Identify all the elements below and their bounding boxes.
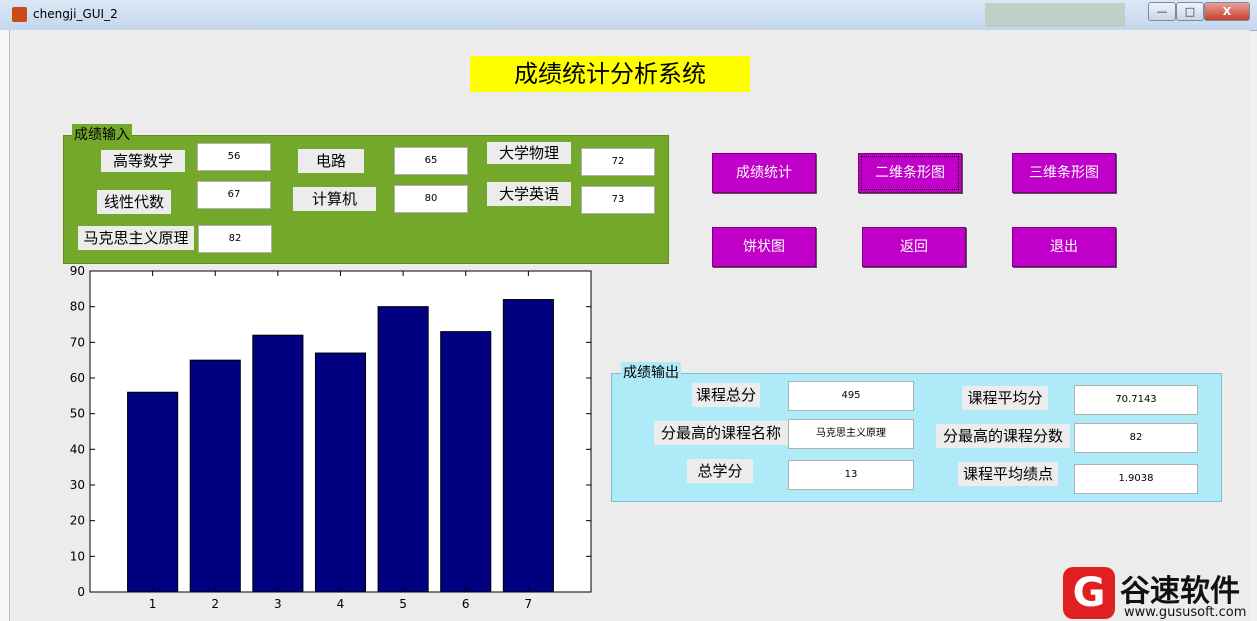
input-english[interactable]: 73 [581, 186, 655, 214]
x-tick-label-6: 6 [462, 597, 470, 611]
label-marxism: 马克思主义原理 [78, 226, 194, 250]
input-advanced-math[interactable]: 56 [197, 143, 271, 171]
minimize-button[interactable]: — [1148, 2, 1176, 21]
background-window-fragment [985, 3, 1125, 27]
gusu-logo-icon: G [1063, 567, 1115, 619]
y-tick-label-7: 70 [70, 335, 85, 349]
matlab-icon [12, 7, 27, 22]
y-tick-label-4: 40 [70, 442, 85, 456]
label-circuit: 电路 [298, 149, 364, 173]
score-output-legend: 成绩输出 [621, 362, 681, 382]
back-button[interactable]: 返回 [862, 227, 966, 267]
label-average-score: 课程平均分 [962, 386, 1048, 410]
bar-5 [377, 306, 429, 593]
label-top-course-score: 分最高的课程分数 [936, 424, 1070, 448]
close-button[interactable]: X [1204, 2, 1250, 21]
output-total-credits[interactable]: 13 [788, 460, 914, 490]
y-tick-label-6: 60 [70, 371, 85, 385]
label-advanced-math: 高等数学 [101, 150, 185, 172]
page-title: 成绩统计分析系统 [470, 56, 750, 92]
x-tick-label-4: 4 [337, 597, 345, 611]
score-bar-chart: 0 10 20 30 40 50 60 70 80 90 1 2 3 4 5 6 7 [70, 264, 592, 611]
label-average-gpa: 课程平均绩点 [958, 462, 1058, 486]
bar-7 [502, 299, 554, 593]
window-title: chengji_GUI_2 [33, 7, 118, 21]
x-tick-label-2: 2 [211, 597, 219, 611]
y-tick-label-0: 0 [77, 585, 85, 599]
input-physics[interactable]: 72 [581, 148, 655, 176]
y-tick-label-5: 50 [70, 407, 85, 421]
x-tick-label-3: 3 [274, 597, 282, 611]
input-linear-algebra[interactable]: 67 [197, 181, 271, 209]
input-computer[interactable]: 80 [394, 185, 468, 213]
y-tick-label-9: 90 [70, 264, 85, 278]
x-tick-label-1: 1 [149, 597, 157, 611]
output-top-course-name[interactable]: 马克思主义原理 [788, 419, 914, 449]
bar-4 [314, 352, 367, 593]
maximize-button[interactable]: □ [1176, 2, 1204, 21]
score-input-legend: 成绩输入 [72, 124, 132, 144]
exit-button[interactable]: 退出 [1012, 227, 1116, 267]
label-total-credits: 总学分 [687, 459, 753, 483]
label-physics: 大学物理 [487, 142, 571, 164]
y-tick-label-8: 80 [70, 300, 85, 314]
bar-1 [127, 391, 179, 593]
score-stat-button[interactable]: 成绩统计 [712, 153, 816, 193]
y-tick-label-2: 20 [70, 514, 85, 528]
watermark-text: 谷速软件 [1120, 574, 1240, 609]
bar-2 [189, 359, 241, 593]
input-circuit[interactable]: 65 [394, 147, 468, 175]
watermark-url: www.gususoft.com [1124, 605, 1247, 620]
bar-6 [440, 331, 492, 593]
left-window-edge [0, 30, 10, 621]
input-marxism[interactable]: 82 [198, 225, 272, 253]
y-tick-label-3: 30 [70, 478, 85, 492]
label-computer: 计算机 [293, 187, 376, 211]
x-tick-label-5: 5 [399, 597, 407, 611]
output-top-course-score[interactable]: 82 [1074, 423, 1198, 453]
output-average-gpa[interactable]: 1.9038 [1074, 464, 1198, 494]
label-linear-algebra: 线性代数 [97, 190, 171, 214]
pie-chart-button[interactable]: 饼状图 [712, 227, 816, 267]
label-english: 大学英语 [487, 182, 571, 206]
output-average-score[interactable]: 70.7143 [1074, 385, 1198, 415]
x-tick-label-7: 7 [525, 597, 533, 611]
output-total-score[interactable]: 495 [788, 381, 914, 411]
label-top-course-name: 分最高的课程名称 [654, 421, 788, 445]
label-total-score: 课程总分 [692, 383, 760, 407]
bar-3 [252, 334, 304, 593]
bar-3d-button[interactable]: 三维条形图 [1012, 153, 1116, 193]
y-tick-label-1: 10 [70, 549, 85, 563]
bar-2d-button[interactable]: 二维条形图 [858, 153, 962, 193]
